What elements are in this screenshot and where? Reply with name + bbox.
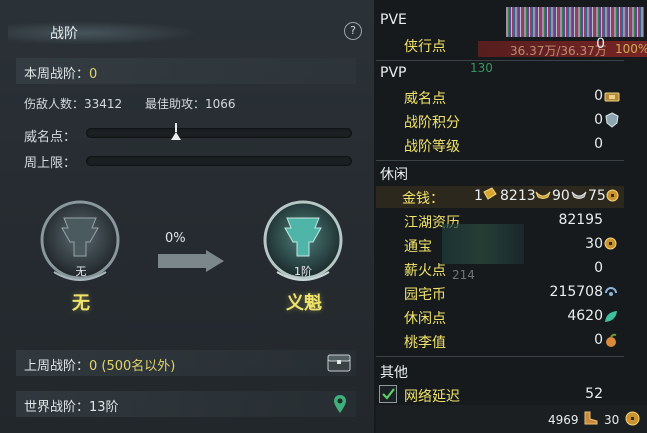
other-header: 其他 — [380, 365, 408, 381]
kills-stat: 伤敌人数：33412 — [24, 95, 122, 112]
assists-label: 最佳助攻： — [145, 97, 206, 111]
jianghu-value: 82195 — [558, 212, 603, 228]
xiaxing-label: 侠行点 — [404, 39, 446, 55]
taoli-label: 桃李值 — [404, 335, 446, 351]
overlay-portraits — [442, 224, 524, 264]
tongbao-label: 通宝 — [404, 239, 432, 255]
last-week-row: 上周战阶：0 (500名以外) — [16, 350, 356, 376]
chest-icon[interactable] — [327, 354, 351, 372]
fame-progress-track — [86, 123, 352, 140]
weiming-value: 0 — [594, 88, 603, 104]
next-rank-name: 义魁 — [286, 293, 322, 314]
peach-icon — [606, 333, 617, 347]
leaf-icon — [605, 311, 617, 322]
xinhuo-value: 0 — [594, 260, 603, 276]
arrow-right-icon — [158, 250, 224, 272]
last-week-label: 上周战阶： — [24, 359, 90, 374]
zhanjie-score-value: 0 — [594, 112, 603, 128]
assists-stat: 最佳助攻：1066 — [145, 95, 236, 112]
hp-text: 36.37万/36.37万 — [510, 44, 607, 58]
current-rank-name: 无 — [72, 293, 90, 314]
gold-ingot-icon — [483, 187, 497, 200]
header-glow — [8, 21, 198, 45]
week-limit-label: 周上限： — [24, 156, 77, 171]
world-rank-value: 13阶 — [89, 400, 119, 415]
progress-percent: 0% — [165, 231, 186, 246]
overlay-count: 130 — [470, 61, 493, 75]
assists-value: 1066 — [205, 97, 236, 111]
latency-checkbox[interactable] — [379, 385, 397, 403]
taoli-value: 0 — [594, 332, 603, 348]
kills-value: 33412 — [84, 97, 123, 111]
footer-right-value: 30 — [604, 413, 620, 427]
week-rank-value: 0 — [89, 67, 98, 82]
xiuxian-label: 休闲点 — [404, 311, 446, 327]
rank-panel: 战阶 ? 本周战阶：0 伤敌人数：33412 最佳助攻：1066 威名点： 周上… — [0, 0, 374, 433]
week-limit-track — [86, 156, 352, 166]
hp-percent-overlay: 100% — [615, 42, 647, 56]
pvp-header: PVP — [380, 65, 407, 81]
fame-label: 威名点： — [24, 130, 77, 145]
map-pin-icon[interactable] — [333, 394, 347, 414]
footer-coin-icon — [625, 411, 640, 426]
overlay-pattern — [506, 7, 644, 37]
crest-icon — [605, 112, 619, 128]
check-icon — [382, 388, 395, 400]
next-rank-small: 1阶 — [294, 265, 312, 278]
xinhuo-overlay: 214 — [452, 268, 475, 282]
pve-header: PVE — [380, 12, 407, 28]
zhanjie-level-label: 战阶等级 — [404, 139, 460, 155]
weiming-label: 威名点 — [404, 91, 446, 107]
help-button[interactable]: ? — [344, 22, 362, 40]
copper-ingot-icon — [571, 191, 587, 199]
last-week-value: 0 (500名以外) — [89, 359, 176, 374]
money-copper: 90 — [552, 188, 570, 204]
footer-left-value: 4969 — [548, 413, 579, 427]
yuanzhai-value: 215708 — [549, 284, 603, 300]
kills-label: 伤敌人数： — [24, 97, 85, 111]
world-rank-row: 世界战阶：13阶 — [16, 391, 356, 417]
week-rank-row: 本周战阶：0 — [16, 58, 356, 84]
silver-ingot-icon — [535, 191, 551, 199]
coin-icon — [606, 189, 619, 202]
money-extra: 75 — [588, 188, 606, 204]
current-rank-small: 无 — [75, 265, 87, 278]
world-rank-label: 世界战阶： — [24, 400, 90, 415]
yuanzhai-label: 园宅币 — [404, 287, 446, 303]
xiaxing-value: 0 — [596, 36, 605, 52]
fame-badge-icon — [604, 92, 620, 102]
panel-title: 战阶 — [50, 26, 78, 42]
xiuxian-value: 4620 — [567, 308, 603, 324]
zhanjie-level-value: 0 — [594, 136, 603, 152]
latency-value: 52 — [585, 386, 603, 402]
tongbao-coin-icon — [604, 237, 617, 250]
leisure-header: 休闲 — [380, 167, 408, 183]
week-rank-label: 本周战阶： — [24, 67, 90, 82]
tongbao-value: 30 — [585, 236, 603, 252]
money-label: 金钱： — [402, 191, 444, 207]
zhanjie-score-label: 战阶积分 — [404, 115, 460, 131]
garden-icon — [605, 287, 617, 296]
money-silver: 8213 — [500, 188, 536, 204]
boots-icon — [584, 411, 598, 425]
panel-header: 战阶 — [0, 15, 374, 49]
xinhuo-label: 薪火点 — [404, 263, 446, 279]
latency-label: 网络延迟 — [404, 389, 460, 405]
